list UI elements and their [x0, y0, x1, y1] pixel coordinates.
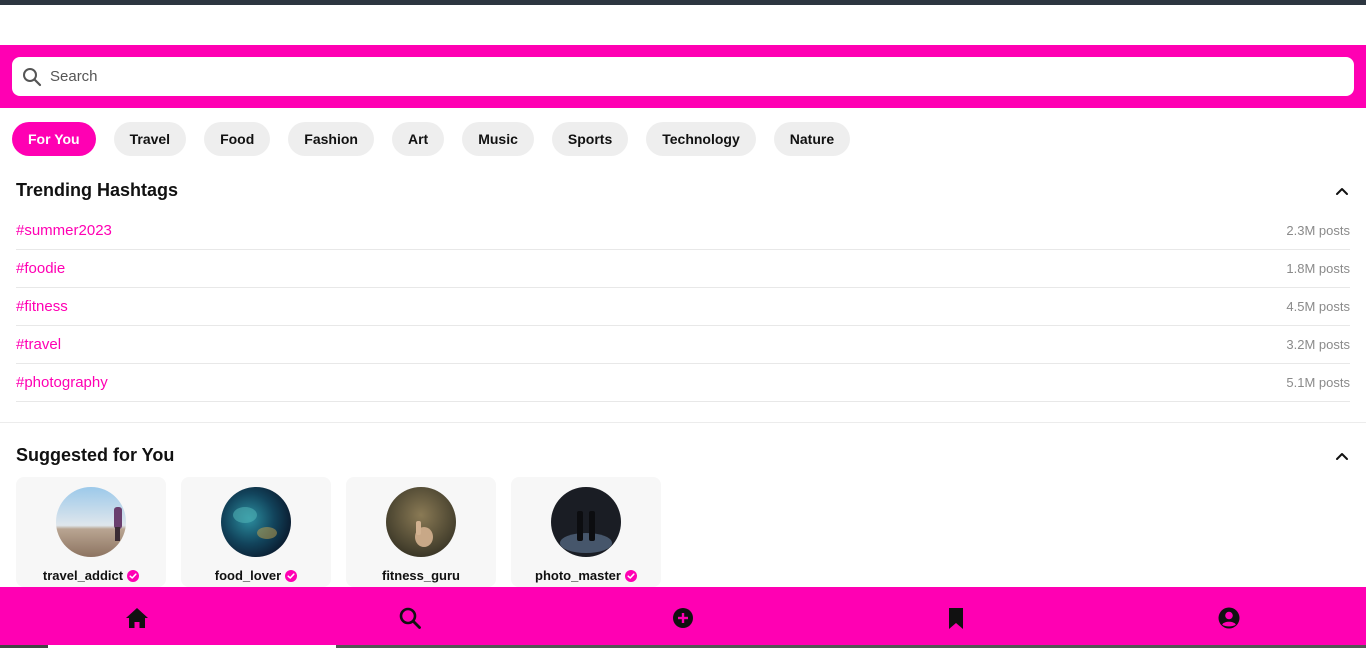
hashtag-post-count: 5.1M posts	[1286, 375, 1350, 390]
suggested-user-card[interactable]: food_lover	[181, 477, 331, 587]
chip-music[interactable]: Music	[462, 122, 534, 156]
avatar	[56, 487, 126, 557]
hashtag-post-count: 1.8M posts	[1286, 261, 1350, 276]
verified-badge-icon	[285, 569, 298, 582]
hashtag-row[interactable]: #travel 3.2M posts	[16, 326, 1350, 364]
hashtag-post-count: 4.5M posts	[1286, 299, 1350, 314]
hashtag-link[interactable]: #photography	[16, 374, 108, 391]
hashtag-link[interactable]: #fitness	[16, 298, 68, 315]
nav-bookmark-button[interactable]	[820, 587, 1093, 648]
suggested-user-card[interactable]: travel_addict	[16, 477, 166, 587]
home-icon	[125, 606, 149, 630]
search-icon	[398, 606, 422, 630]
hashtag-link[interactable]: #summer2023	[16, 222, 112, 239]
hashtag-row[interactable]: #foodie 1.8M posts	[16, 250, 1350, 288]
search-box[interactable]	[12, 57, 1354, 96]
trending-collapse-chevron-up-icon[interactable]	[1334, 183, 1350, 199]
hashtag-link[interactable]: #travel	[16, 336, 61, 353]
trending-title: Trending Hashtags	[16, 180, 179, 200]
suggested-user-list: travel_addict food_lover fitness_guru ph…	[16, 477, 661, 587]
username: fitness_guru	[381, 568, 460, 583]
hashtag-row[interactable]: #fitness 4.5M posts	[16, 288, 1350, 326]
bottom-navigation	[0, 587, 1366, 648]
username: travel_addict	[42, 568, 124, 583]
hashtag-post-count: 3.2M posts	[1286, 337, 1350, 352]
avatar	[551, 487, 621, 557]
nav-home-button[interactable]	[0, 587, 273, 648]
avatar	[221, 487, 291, 557]
suggested-title: Suggested for You	[16, 445, 175, 465]
suggested-user-card[interactable]: photo_master	[511, 477, 661, 587]
nav-profile-button[interactable]	[1093, 587, 1366, 648]
suggested-user-card[interactable]: fitness_guru	[346, 477, 496, 587]
verified-badge-icon	[127, 569, 140, 582]
nav-add-button[interactable]	[546, 587, 819, 648]
search-input[interactable]	[50, 57, 1354, 96]
chip-nature[interactable]: Nature	[773, 122, 851, 156]
category-chips: For You Travel Food Fashion Art Music Sp…	[12, 122, 851, 156]
chip-sports[interactable]: Sports	[551, 122, 629, 156]
search-icon	[22, 67, 42, 87]
verified-badge-icon	[624, 569, 637, 582]
profile-icon	[1217, 606, 1241, 630]
nav-search-button[interactable]	[273, 587, 546, 648]
section-divider	[0, 422, 1366, 423]
chip-food[interactable]: Food	[204, 122, 271, 156]
hashtag-post-count: 2.3M posts	[1286, 223, 1350, 238]
chip-travel[interactable]: Travel	[113, 122, 187, 156]
trending-hashtag-list: #summer2023 2.3M posts #foodie 1.8M post…	[16, 212, 1350, 402]
chip-technology[interactable]: Technology	[646, 122, 756, 156]
hashtag-link[interactable]: #foodie	[16, 260, 65, 277]
search-header	[0, 45, 1366, 108]
username: food_lover	[214, 568, 282, 583]
hashtag-row[interactable]: #photography 5.1M posts	[16, 364, 1350, 402]
bookmark-icon	[944, 606, 968, 630]
window-top-bar	[0, 0, 1366, 5]
add-icon	[671, 606, 695, 630]
avatar	[386, 487, 456, 557]
chip-fashion[interactable]: Fashion	[288, 122, 374, 156]
hashtag-row[interactable]: #summer2023 2.3M posts	[16, 212, 1350, 250]
chip-art[interactable]: Art	[391, 122, 445, 156]
suggested-collapse-chevron-up-icon[interactable]	[1334, 448, 1350, 464]
chip-for-you[interactable]: For You	[12, 122, 96, 156]
username: photo_master	[535, 568, 621, 583]
